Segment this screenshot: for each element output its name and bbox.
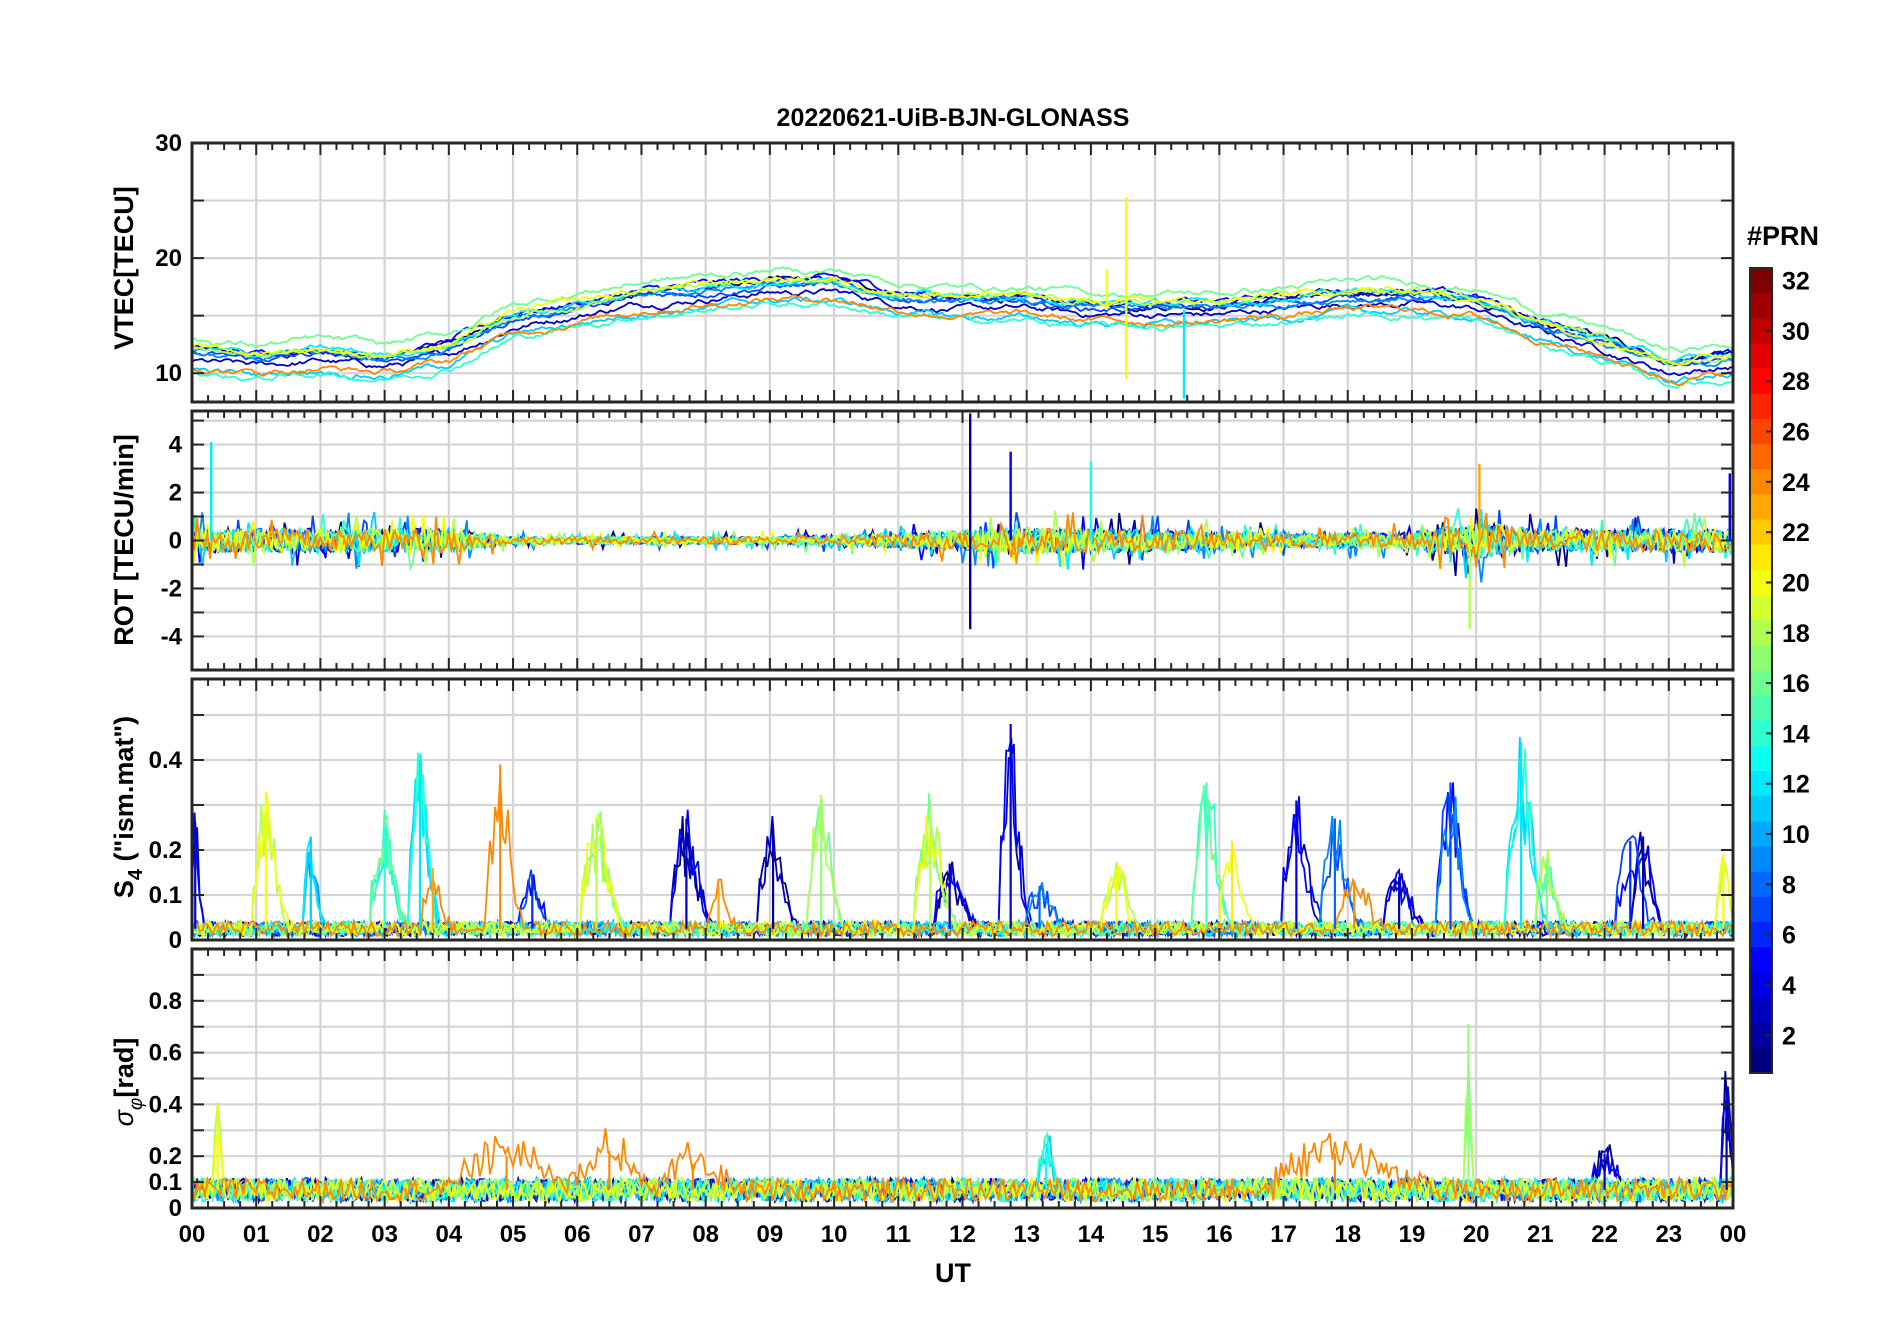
colorbar-tick-label: 32 [1782, 268, 1810, 296]
x-tick-label: 02 [307, 1221, 334, 1248]
colorbar-tick-label: 24 [1782, 469, 1810, 497]
x-tick-label: 16 [1206, 1221, 1233, 1248]
y-tick-label: 0 [169, 927, 182, 954]
x-tick-label: 14 [1078, 1221, 1105, 1248]
y-tick-label: 20 [155, 245, 182, 272]
colorbar-segment [1750, 494, 1772, 521]
y-tick-label: 0.1 [149, 1169, 182, 1196]
grid-sigma [190, 949, 1735, 1208]
x-tick-label: 08 [692, 1221, 719, 1248]
x-tick-label: 00 [1720, 1221, 1747, 1248]
y-tick-label: 0.1 [149, 882, 182, 909]
y-tick-label: -4 [161, 623, 183, 650]
panels: 102030VTEC[TECU]-4-2024ROT [TECU/min]00.… [109, 130, 1735, 1222]
y-tick-label: 0.2 [149, 1143, 182, 1170]
y-tick-label: -2 [161, 575, 182, 602]
x-tick-label: 11 [886, 1221, 911, 1248]
x-tick-label: 15 [1142, 1221, 1169, 1248]
colorbar-tick-label: 16 [1782, 670, 1810, 698]
x-axis-tick-labels: 00 01 02 03 04 05 06 07 08 09 10 11 12 13 14 15 16 17 18 19… [179, 1221, 1747, 1248]
colorbar-segment [1750, 745, 1772, 772]
colorbar-segment [1750, 695, 1772, 722]
colorbar-segment [1750, 1047, 1772, 1074]
x-tick-label: 05 [500, 1221, 527, 1248]
colorbar-tick-label: 26 [1782, 419, 1810, 447]
x-tick-label: 22 [1591, 1221, 1618, 1248]
y-tick-label: 0 [169, 1195, 182, 1222]
colorbar-tick-label: 12 [1782, 771, 1810, 799]
y-axis-label-s4: S4 ("ism.mat") [109, 716, 147, 898]
y-tick-label: 0 [169, 528, 182, 555]
y-axis-label-vtec: VTEC[TECU] [109, 186, 139, 350]
colorbar-tick-label: 22 [1782, 519, 1810, 547]
y-tick-label: 0.2 [149, 837, 182, 864]
chart: 20220621-UiB-BJN-GLONASS 102030VTEC[TECU… [109, 104, 1819, 1288]
x-tick-label: 23 [1655, 1221, 1682, 1248]
x-tick-label: 20 [1463, 1221, 1490, 1248]
colorbar-tick-label: 28 [1782, 368, 1810, 396]
x-tick-label: 03 [371, 1221, 398, 1248]
colorbar-segment [1750, 544, 1772, 571]
x-tick-label: 09 [757, 1221, 784, 1248]
colorbar-tick-label: 2 [1782, 1022, 1796, 1050]
colorbar-segment [1750, 393, 1772, 420]
colorbar-tick-label: 6 [1782, 922, 1796, 950]
y-tick-label: 0.8 [149, 988, 182, 1015]
x-tick-label: 13 [1013, 1221, 1040, 1248]
panel-sigma: 00.10.2 0.4 0.6 0.8σφ[rad] [109, 947, 1735, 1222]
x-tick-label: 12 [949, 1221, 976, 1248]
colorbar: 32 30 28 26 24 22 20 18 16 14 12 10 8 6 4 2 [1749, 267, 1810, 1074]
x-tick-label: 21 [1527, 1221, 1554, 1248]
x-axis-label: UT [935, 1258, 971, 1288]
colorbar-tick-label: 20 [1782, 569, 1810, 597]
panel-s4: 0 0.1 0.2 0.4S4 ("ism.mat") [109, 677, 1735, 954]
chart-title: 20220621-UiB-BJN-GLONASS [777, 104, 1130, 132]
y-tick-label: 30 [155, 130, 182, 157]
colorbar-tick-label: 14 [1782, 720, 1810, 748]
x-tick-label: 00 [179, 1221, 206, 1248]
x-tick-label: 17 [1270, 1221, 1297, 1248]
colorbar-tick-label: 30 [1782, 318, 1810, 346]
x-tick-label: 06 [564, 1221, 591, 1248]
colorbar-segment [1750, 846, 1772, 873]
colorbar-segment [1750, 595, 1772, 621]
colorbar-segment [1750, 997, 1772, 1024]
y-axis-label-rot: ROT [TECU/min] [109, 434, 139, 645]
colorbar-segment [1750, 947, 1772, 973]
colorbar-tick-label: 10 [1782, 821, 1810, 849]
y-tick-label: 0.4 [149, 1091, 183, 1118]
x-tick-label: 18 [1334, 1221, 1361, 1248]
colorbar-segment [1750, 444, 1772, 470]
x-tick-label: 04 [435, 1221, 462, 1248]
colorbar-title: #PRN [1747, 221, 1819, 251]
panel-rot: -4 -2 0 2 4 ROT [TECU/min] [109, 409, 1735, 672]
y-tick-label: 2 [169, 480, 182, 507]
y-axis-label-sigma: σφ[rad] [109, 1038, 147, 1127]
y-tick-label: 0.6 [149, 1040, 182, 1067]
y-tick-label: 0.4 [149, 747, 183, 774]
colorbar-tick-label: 4 [1782, 972, 1796, 1000]
colorbar-segment [1750, 896, 1772, 923]
colorbar-tick-label: 8 [1782, 871, 1796, 899]
x-tick-label: 19 [1399, 1221, 1426, 1248]
y-tick-label: 4 [169, 432, 183, 459]
y-tick-label: 10 [155, 360, 182, 387]
x-tick-label: 07 [628, 1221, 655, 1248]
x-tick-label: 10 [821, 1221, 848, 1248]
panel-vtec: 10 20 30 VTEC[TECU] [109, 130, 1735, 404]
colorbar-segment [1750, 796, 1772, 823]
colorbar-segment [1750, 343, 1772, 370]
x-tick-label: 01 [243, 1221, 270, 1248]
colorbar-tick-label: 18 [1782, 620, 1810, 648]
colorbar-segment [1750, 645, 1772, 672]
colorbar-segment [1750, 293, 1772, 319]
